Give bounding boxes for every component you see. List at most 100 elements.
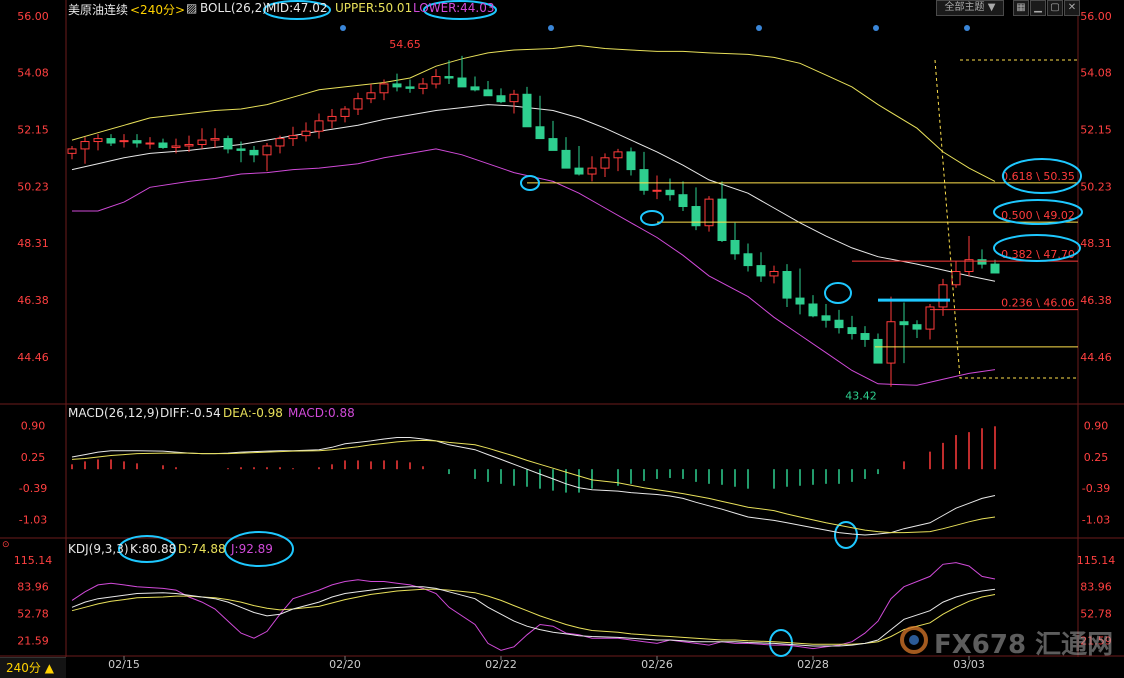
boll-lower-line: [72, 148, 996, 386]
kdj-j-value: J:92.89: [231, 542, 273, 556]
candle-down: [847, 327, 857, 335]
candle-down: [392, 83, 402, 88]
price-tick-right-4: 48.31: [1080, 237, 1112, 250]
macd-title[interactable]: MACD(26,12,9): [68, 406, 159, 420]
fib-label-0: 0.618 \ 50.35: [1001, 170, 1075, 183]
chart-svg: 56.00 56.00 54.08 54.08 52.15 52.15 50.23 50.23…: [0, 0, 1124, 671]
macd-tick-right-2: -0.39: [1082, 482, 1110, 495]
macd-tick-left-2: -0.39: [19, 482, 47, 495]
boll-icon: ▨: [186, 1, 198, 15]
candle-up: [145, 142, 155, 145]
kdj-settings-icon[interactable]: ⊙: [2, 540, 10, 550]
boll-indicator-label[interactable]: BOLL(26,2): [200, 1, 267, 15]
candle-down: [730, 239, 740, 255]
macd-dea-value: DEA:-0.98: [223, 406, 283, 420]
theme-dropdown[interactable]: 全部主题 ▼: [936, 0, 1004, 16]
candle-up: [509, 93, 519, 103]
candle-down: [691, 206, 701, 227]
highlight-circle: [824, 282, 852, 304]
macd-tick-right-0: 0.90: [1084, 419, 1109, 432]
candle-down: [548, 138, 558, 151]
kdj-tick-right-1: 83.96: [1080, 581, 1112, 594]
x-tick-label-1: 02/20: [329, 658, 361, 671]
candle-up: [301, 130, 311, 137]
candle-down: [782, 271, 792, 299]
period-marker-dot: [340, 25, 346, 31]
close-icon[interactable]: ✕: [1064, 0, 1080, 16]
kdj-j-line: [71, 562, 996, 651]
price-tick-left-5: 46.38: [17, 294, 49, 307]
candle-up: [587, 167, 597, 175]
candle-down: [756, 265, 766, 277]
highlight-circle: [834, 521, 858, 549]
maximize-icon[interactable]: ▢: [1047, 0, 1063, 16]
kdj-tick-right-2: 52.78: [1080, 608, 1112, 621]
grid-icon[interactable]: ▦: [1013, 0, 1029, 16]
candle-down: [223, 138, 233, 150]
boll-mid-value: MID:47.02: [266, 1, 328, 15]
macd-tick-right-3: -1.03: [1082, 513, 1110, 526]
timeframe-button[interactable]: 240分 ▲: [0, 657, 66, 678]
candle-down: [639, 169, 649, 191]
candle-up: [951, 271, 961, 286]
candle-up: [379, 83, 389, 94]
macd-diff-value: DIFF:-0.54: [160, 406, 221, 420]
macd-tick-right-1: 0.25: [1084, 451, 1109, 464]
timeframe-button-label: 240分 ▲: [6, 661, 54, 675]
candle-down: [821, 315, 831, 321]
highlight-circle: [640, 210, 664, 226]
price-tick-right-5: 46.38: [1080, 294, 1112, 307]
instrument-name[interactable]: 美原油连续: [68, 1, 128, 18]
high-price-label: 54.65: [389, 38, 421, 51]
candle-down: [496, 95, 506, 103]
kdj-tick-right-0: 115.14: [1077, 554, 1116, 567]
candle-down: [665, 189, 675, 196]
kdj-tick-left-2: 52.78: [17, 608, 49, 621]
chevron-down-icon: ▼: [987, 2, 996, 13]
candle-up: [938, 284, 948, 308]
candle-up: [288, 135, 298, 140]
x-tick-label-0: 02/15: [108, 658, 140, 671]
candle-up: [886, 321, 896, 364]
candle-down: [808, 303, 818, 317]
candle-up: [652, 189, 662, 192]
candle-down: [249, 149, 259, 156]
timeframe-label: <240分>: [130, 3, 186, 17]
price-tick-left-0: 56.00: [17, 10, 49, 23]
macd-dea-line: [71, 439, 996, 534]
candle-up: [275, 138, 285, 147]
price-tick-left-6: 44.46: [17, 351, 49, 364]
price-tick-right-2: 52.15: [1080, 124, 1112, 137]
candle-down: [535, 126, 545, 140]
kdj-title[interactable]: KDJ(9,3,3): [68, 542, 129, 556]
theme-label: 全部主题: [944, 2, 985, 13]
fib-label-3: 0.236 \ 46.06: [1001, 297, 1075, 310]
candle-down: [106, 138, 116, 144]
candle-down: [483, 89, 493, 97]
candle-up: [210, 138, 220, 141]
macd-tick-left-0: 0.90: [21, 419, 46, 432]
candle-down: [574, 167, 584, 175]
low-price-label: 43.42: [845, 390, 877, 403]
period-marker-dot: [873, 25, 879, 31]
candle-down: [522, 93, 532, 128]
candle-down: [132, 140, 142, 144]
candle-up: [327, 115, 337, 122]
candle-down: [444, 76, 454, 79]
price-tick-right-3: 50.23: [1080, 180, 1112, 193]
price-tick-right-6: 44.46: [1080, 351, 1112, 364]
candle-down: [457, 77, 467, 88]
watermark-text: FX678 汇通网: [934, 630, 1114, 660]
candle-down: [834, 319, 844, 329]
candle-up: [769, 271, 779, 277]
candle-down: [470, 86, 480, 91]
macd-value: MACD:0.88: [288, 406, 355, 420]
kdj-tick-left-1: 83.96: [17, 581, 49, 594]
candle-down: [626, 151, 636, 171]
minimize-icon[interactable]: ▁: [1030, 0, 1046, 16]
price-tick-right-0: 56.00: [1080, 10, 1112, 23]
price-tick-left-2: 52.15: [17, 124, 49, 137]
candle-down: [912, 324, 922, 330]
candle-down: [561, 149, 571, 169]
kdj-d-line: [71, 588, 996, 645]
